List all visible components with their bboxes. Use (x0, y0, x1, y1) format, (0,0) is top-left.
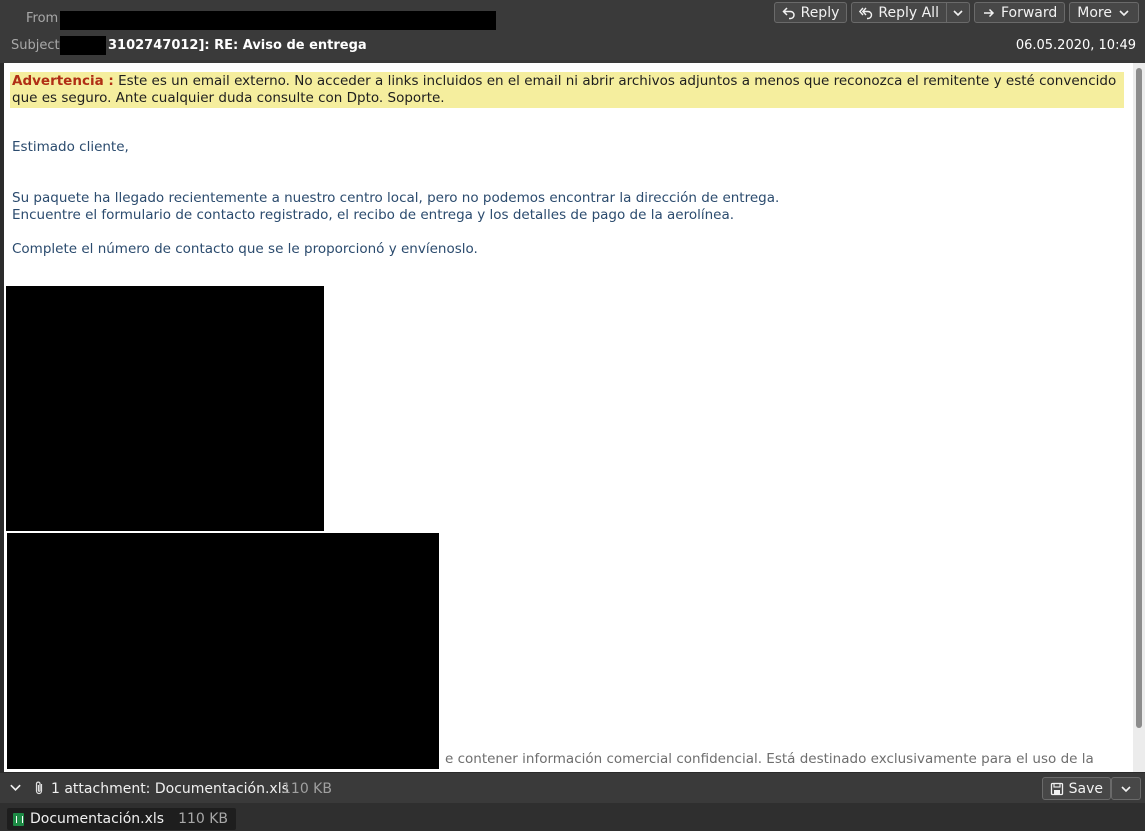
message-header: From Subject 3102747012]: RE: Aviso de e… (0, 0, 1145, 63)
chevron-down-icon (10, 784, 21, 792)
chevron-down-icon (1117, 6, 1131, 20)
reply-all-dropdown[interactable] (946, 2, 970, 23)
attachment-summary[interactable]: 1 attachment: Documentación.xls (51, 781, 289, 797)
warning-label: Advertencia : (12, 73, 114, 89)
redacted-image-2 (7, 533, 439, 769)
forward-icon (982, 6, 996, 20)
save-dropdown[interactable] (1111, 777, 1141, 800)
reply-all-icon (859, 6, 873, 20)
scrollbar-thumb[interactable] (1136, 68, 1142, 728)
reply-button[interactable]: Reply (773, 2, 848, 23)
chevron-down-icon (1119, 782, 1133, 796)
attachment-list: Documentación.xls 110 KB (0, 803, 1145, 831)
reply-all-label: Reply All (878, 4, 939, 21)
subject-label: Subject (11, 38, 60, 53)
attachment-bar: 1 attachment: Documentación.xls 110 KB S… (0, 772, 1145, 804)
reply-label: Reply (800, 4, 840, 21)
redacted-subject-prefix (60, 36, 106, 55)
body-line-3: Complete el número de contacto que se le… (12, 241, 478, 257)
attachment-item[interactable]: Documentación.xls 110 KB (7, 808, 237, 830)
reply-icon (782, 6, 796, 20)
body-line-2: Encuentre el formulario de contacto regi… (12, 207, 735, 223)
save-icon (1050, 782, 1064, 796)
paperclip-icon (33, 780, 45, 800)
more-label: More (1077, 4, 1112, 21)
forward-button[interactable]: Forward (973, 2, 1066, 23)
spreadsheet-icon (13, 812, 24, 826)
attachment-toggle[interactable] (9, 781, 22, 798)
attachment-file-name: Documentación.xls (30, 811, 165, 827)
disclaimer-text: e contener información comercial confide… (445, 751, 1094, 767)
message-body: Advertencia : Este es un email externo. … (4, 63, 1133, 772)
greeting: Estimado cliente, (12, 139, 129, 155)
redacted-sender (60, 11, 496, 30)
save-label: Save (1068, 780, 1103, 797)
attachment-file-size: 110 KB (178, 811, 229, 827)
attachment-size: 110 KB (282, 781, 332, 797)
message-toolbar: Reply Reply All Forward More (773, 2, 1139, 23)
body-line-1: Su paquete ha llegado recientemente a nu… (12, 190, 780, 206)
warning-text: Este es un email externo. No acceder a l… (12, 73, 1117, 106)
reply-all-group: Reply All (851, 2, 970, 23)
from-label: From (26, 11, 59, 26)
reply-all-button[interactable]: Reply All (851, 2, 947, 23)
body-scrollbar[interactable] (1133, 63, 1145, 772)
subject-text: 3102747012]: RE: Aviso de entrega (108, 38, 367, 53)
external-email-warning: Advertencia : Este es un email externo. … (10, 72, 1124, 108)
redacted-image-1 (6, 286, 324, 531)
save-button[interactable]: Save (1041, 777, 1111, 800)
more-button[interactable]: More (1069, 2, 1139, 23)
message-date: 06.05.2020, 10:49 (1015, 38, 1136, 53)
forward-label: Forward (1000, 4, 1058, 21)
save-group: Save (1041, 777, 1141, 800)
chevron-down-icon (951, 6, 965, 20)
